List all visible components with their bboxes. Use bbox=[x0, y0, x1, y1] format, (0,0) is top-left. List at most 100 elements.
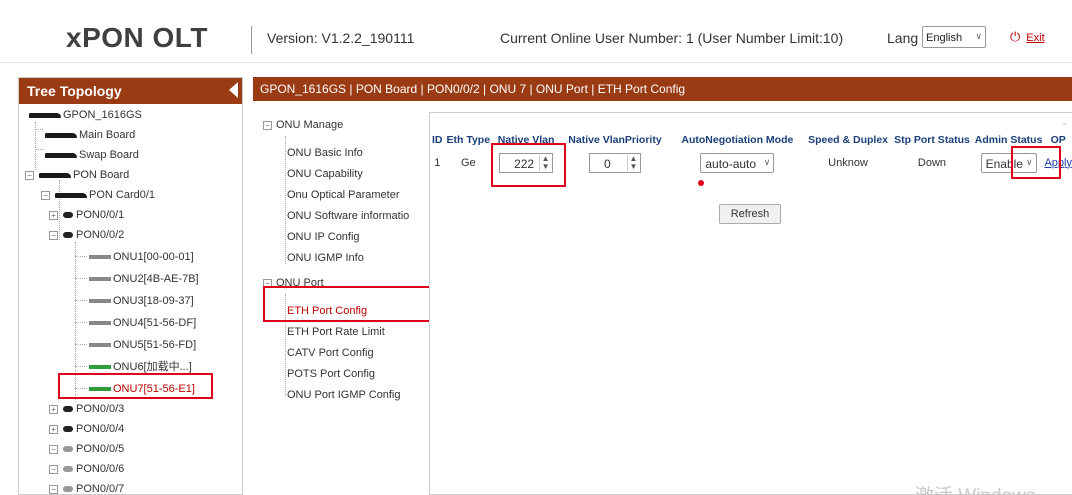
tree-node-pon-0-0-4[interactable]: + PON0/0/4 bbox=[49, 422, 124, 436]
menu-item-pots-port-config[interactable]: POTS Port Config bbox=[287, 367, 375, 381]
eth-port-config-panel: ID Eth Type Native Vlan Native VlanPrior… bbox=[429, 112, 1072, 495]
cell-eth-type: Ge bbox=[460, 156, 476, 169]
tree-node-onu1[interactable]: ONU1[00-00-01] bbox=[89, 250, 194, 264]
annotation-dot bbox=[698, 180, 704, 186]
chevron-down-icon: ∨ bbox=[763, 156, 771, 167]
collapse-toggle-icon[interactable]: − bbox=[41, 190, 50, 200]
power-icon: ⏻ bbox=[1010, 29, 1021, 44]
tree-topology-title: Tree Topology bbox=[27, 83, 122, 99]
chevron-down-icon: ∨ bbox=[975, 31, 982, 41]
pon-port-icon bbox=[63, 212, 73, 219]
tree-node-pon-0-0-7[interactable]: − PON0/0/7 bbox=[49, 482, 124, 494]
pon-port-icon bbox=[63, 446, 73, 453]
tree-node-main-board[interactable]: Main Board bbox=[45, 128, 135, 142]
spinner-arrows-icon[interactable]: ▲ ▼ bbox=[539, 154, 551, 171]
collapse-toggle-icon[interactable]: − bbox=[49, 484, 58, 494]
col-speed-duplex: Speed & Duplex bbox=[808, 134, 888, 146]
table-row: 1 Ge 222 ▲ ▼ 0 ▲ ▼ auto-auto ∨ Unknow Do… bbox=[430, 150, 1072, 175]
menu-item-onu-optical-parameter[interactable]: Onu Optical Parameter bbox=[287, 188, 400, 202]
expand-toggle-icon[interactable]: + bbox=[49, 404, 58, 414]
native-vlan-spinner[interactable]: 222 ▲ ▼ bbox=[499, 152, 554, 173]
expand-toggle-icon[interactable]: + bbox=[49, 210, 58, 220]
cell-speed-duplex: Unknow bbox=[828, 156, 868, 169]
onu-device-icon bbox=[89, 277, 111, 282]
tree-node-pon-board[interactable]: − PON Board bbox=[25, 168, 129, 182]
pon-port-icon bbox=[63, 406, 73, 413]
table-scrollbar[interactable]: ⌃ ⌄ bbox=[1060, 122, 1069, 177]
tree-topology-panel: Tree Topology GPON_1616GS Main Board Swa… bbox=[18, 77, 243, 495]
tree-node-onu7[interactable]: ONU7[51-56-E1] bbox=[89, 382, 195, 396]
col-stp-port-status: Stp Port Status bbox=[894, 134, 970, 146]
pon-port-icon bbox=[63, 466, 73, 473]
tree-node-pon-card[interactable]: − PON Card0/1 bbox=[41, 188, 155, 202]
menu-group-onu-port[interactable]: − ONU Port bbox=[263, 276, 324, 290]
menu-item-catv-port-config[interactable]: CATV Port Config bbox=[287, 346, 374, 360]
menu-item-onu-software-info[interactable]: ONU Software informatio bbox=[287, 209, 423, 223]
col-id: ID bbox=[432, 134, 443, 146]
version-label: Version: V1.2.2_190111 bbox=[267, 30, 415, 46]
menu-item-onu-igmp-info[interactable]: ONU IGMP Info bbox=[287, 251, 364, 265]
menu-item-eth-port-rate-limit[interactable]: ETH Port Rate Limit bbox=[287, 325, 385, 339]
menu-item-onu-basic-info[interactable]: ONU Basic Info bbox=[287, 146, 363, 160]
admin-status-value: Enable bbox=[985, 156, 1023, 171]
tree-node-onu3[interactable]: ONU3[18-09-37] bbox=[89, 294, 194, 308]
menu-item-onu-port-igmp-config[interactable]: ONU Port IGMP Config bbox=[287, 388, 401, 402]
col-native-vlan-priority: Native VlanPriority bbox=[568, 134, 662, 146]
collapse-toggle-icon[interactable]: − bbox=[263, 278, 272, 288]
exit-label: Exit bbox=[1026, 32, 1045, 44]
board-icon bbox=[39, 172, 71, 178]
tree-node-onu6[interactable]: ONU6[加载中...] bbox=[89, 360, 192, 374]
app-logo: xPON OLT bbox=[66, 22, 208, 53]
language-select-value: English bbox=[926, 32, 963, 44]
tree-node-pon-0-0-5[interactable]: − PON0/0/5 bbox=[49, 442, 124, 456]
scroll-up-icon[interactable]: ⌃ bbox=[1060, 122, 1069, 131]
autonegotiation-value: auto-auto bbox=[705, 156, 757, 171]
onu-device-icon bbox=[89, 365, 111, 370]
exit-button[interactable]: ⏻ Exit bbox=[1010, 29, 1045, 45]
lang-label: Lang bbox=[887, 30, 919, 46]
online-users-label: Current Online User Number: 1 (User Numb… bbox=[500, 30, 844, 46]
tree-node-onu4[interactable]: ONU4[51-56-DF] bbox=[89, 316, 196, 330]
menu-item-onu-capability[interactable]: ONU Capability bbox=[287, 167, 363, 181]
pon-port-icon bbox=[63, 426, 73, 433]
cell-stp-status: Down bbox=[917, 156, 947, 169]
table-header-row: ID Eth Type Native Vlan Native VlanPrior… bbox=[430, 130, 1072, 150]
tree-topology-header: Tree Topology bbox=[19, 78, 242, 104]
menu-item-eth-port-config[interactable]: ETH Port Config bbox=[287, 304, 367, 318]
tree-node-onu2[interactable]: ONU2[4B-AE-7B] bbox=[89, 272, 199, 286]
olt-device-icon bbox=[29, 112, 61, 118]
refresh-button[interactable]: Refresh bbox=[719, 204, 781, 224]
native-vlan-value: 222 bbox=[514, 156, 535, 171]
app-header: xPON OLT Version: V1.2.2_190111 Current … bbox=[0, 0, 1072, 63]
card-icon bbox=[55, 192, 87, 198]
scroll-down-icon[interactable]: ⌄ bbox=[1060, 161, 1069, 170]
col-eth-type: Eth Type bbox=[446, 134, 491, 146]
tree-node-swap-board[interactable]: Swap Board bbox=[45, 148, 139, 162]
cell-id: 1 bbox=[434, 156, 441, 169]
tree-node-pon-0-0-3[interactable]: + PON0/0/3 bbox=[49, 402, 124, 416]
onu-device-icon bbox=[89, 299, 111, 304]
collapse-toggle-icon[interactable]: − bbox=[25, 170, 34, 180]
tree-node-pon-0-0-2[interactable]: − PON0/0/2 bbox=[49, 228, 124, 242]
native-vlan-priority-spinner[interactable]: 0 ▲ ▼ bbox=[588, 152, 641, 173]
tree-node-pon-0-0-1[interactable]: + PON0/0/1 bbox=[49, 208, 124, 222]
language-select[interactable]: English ∨ bbox=[922, 26, 986, 48]
tree-node-gpon-root[interactable]: GPON_1616GS bbox=[29, 108, 142, 122]
spinner-arrows-icon[interactable]: ▲ ▼ bbox=[626, 154, 639, 171]
pon-port-icon bbox=[63, 232, 73, 239]
tree-body: GPON_1616GS Main Board Swap Board − PON B… bbox=[19, 104, 242, 494]
collapse-toggle-icon[interactable]: − bbox=[49, 464, 58, 474]
autonegotiation-select[interactable]: auto-auto ∨ bbox=[700, 152, 775, 173]
onu-function-menu: − ONU Manage ONU Basic Info ONU Capabilit… bbox=[253, 112, 425, 495]
collapse-panel-icon[interactable] bbox=[229, 82, 238, 98]
collapse-toggle-icon[interactable]: − bbox=[263, 120, 272, 130]
admin-status-select[interactable]: Enable ∨ bbox=[980, 152, 1037, 173]
tree-node-pon-0-0-6[interactable]: − PON0/0/6 bbox=[49, 462, 124, 476]
collapse-toggle-icon[interactable]: − bbox=[49, 230, 58, 240]
menu-item-onu-ip-config[interactable]: ONU IP Config bbox=[287, 230, 360, 244]
onu-device-icon bbox=[89, 321, 111, 326]
tree-node-onu5[interactable]: ONU5[51-56-FD] bbox=[89, 338, 196, 352]
expand-toggle-icon[interactable]: + bbox=[49, 424, 58, 434]
menu-group-onu-manage[interactable]: − ONU Manage bbox=[263, 118, 343, 132]
collapse-toggle-icon[interactable]: − bbox=[49, 444, 58, 454]
